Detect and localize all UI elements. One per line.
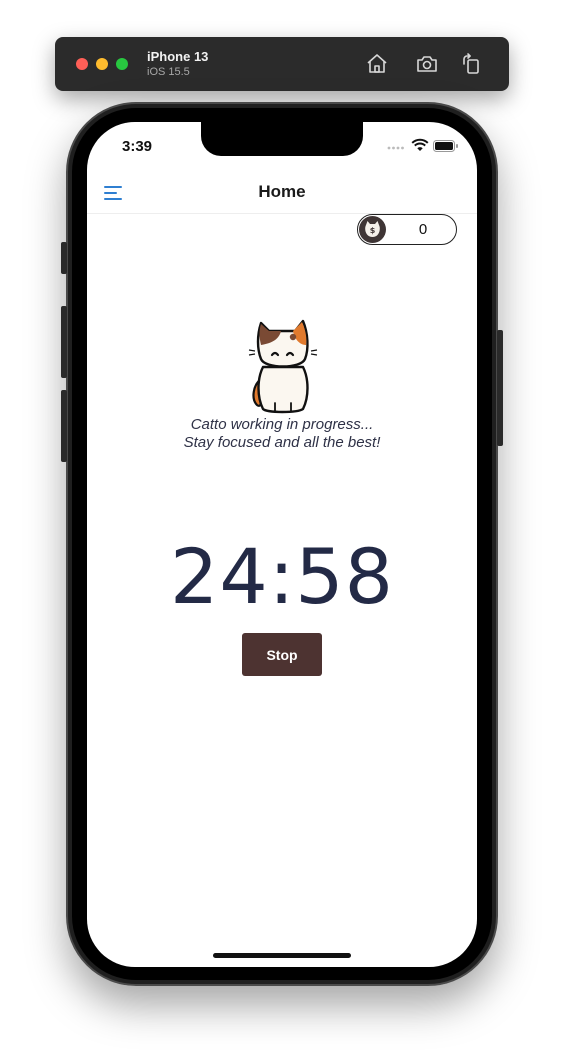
coin-count: 0 — [418, 221, 428, 238]
rotate-icon[interactable] — [459, 52, 483, 76]
wifi-icon — [411, 138, 429, 159]
page-title: Home — [258, 182, 306, 201]
phone-screen: 3:39 Home $ 0 Catto working in progress.… — [87, 122, 477, 967]
stop-button[interactable]: Stop — [242, 633, 322, 676]
screenshot-icon[interactable] — [415, 52, 439, 76]
coin-balance[interactable]: $ 0 — [357, 214, 457, 245]
notch — [201, 122, 363, 156]
nav-header: Home — [87, 174, 477, 214]
focus-message-line2: Stay focused and all the best! — [183, 434, 381, 451]
countdown-timer: 24:58 — [169, 532, 395, 621]
mute-switch — [61, 242, 67, 274]
home-icon[interactable] — [365, 52, 389, 76]
minimize-window-button[interactable] — [96, 58, 108, 70]
cat-illustration — [245, 315, 321, 415]
device-name: iPhone 13 — [147, 49, 209, 64]
home-indicator[interactable] — [213, 953, 351, 958]
zoom-window-button[interactable] — [116, 58, 128, 70]
simulator-toolbar: iPhone 13 iOS 15.5 — [55, 37, 509, 91]
cellular-dots-icon — [387, 138, 407, 159]
volume-down-button — [61, 390, 67, 462]
device-os-version: iOS 15.5 — [147, 66, 190, 78]
battery-icon — [433, 139, 459, 158]
focus-message-line1: Catto working in progress... — [190, 416, 374, 433]
close-window-button[interactable] — [76, 58, 88, 70]
svg-text:$: $ — [370, 226, 376, 235]
power-button — [497, 330, 503, 446]
volume-up-button — [61, 306, 67, 378]
status-icons — [387, 138, 459, 154]
status-time: 3:39 — [122, 138, 153, 155]
cat-coin-icon: $ — [359, 216, 386, 243]
